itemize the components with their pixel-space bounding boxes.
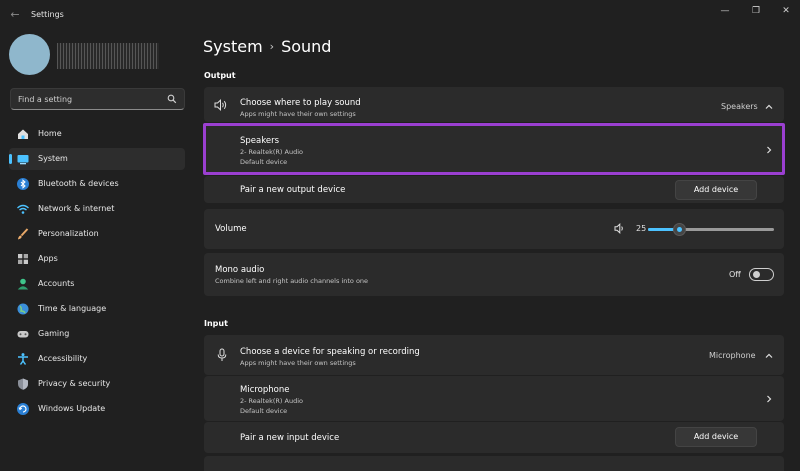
back-arrow-icon[interactable]: ← — [8, 8, 22, 22]
title-bar: ← Settings — ❐ ✕ — [0, 0, 800, 30]
output-selector-subtitle: Apps might have their own settings — [240, 110, 356, 118]
apps-icon — [18, 254, 28, 264]
input-selector-title: Choose a device for speaking or recordin… — [240, 347, 420, 357]
mono-audio-row: Mono audio Combine left and right audio … — [204, 253, 784, 296]
breadcrumb-parent[interactable]: System — [203, 37, 263, 56]
volume-slider-thumb[interactable] — [673, 223, 686, 236]
input-selector-subtitle: Apps might have their own settings — [240, 359, 356, 367]
pair-output-label: Pair a new output device — [240, 185, 346, 195]
search-input[interactable] — [18, 92, 168, 106]
sidebar-item-label: Time & language — [38, 304, 107, 313]
breadcrumb: System › Sound — [203, 37, 331, 56]
bluetooth-icon — [17, 178, 29, 190]
volume-label: Volume — [215, 224, 247, 234]
input-device-driver: 2- Realtek(R) Audio — [240, 397, 304, 405]
sidebar-item-label: Personalization — [38, 229, 99, 238]
sidebar-item-label: System — [38, 154, 68, 163]
sidebar-item-network[interactable]: Network & internet — [9, 198, 185, 220]
breadcrumb-separator-icon: › — [269, 40, 275, 53]
volume-speaker-icon[interactable] — [614, 223, 626, 234]
input-section-label: Input — [204, 319, 228, 328]
output-section-label: Output — [204, 71, 236, 80]
output-selector-title: Choose where to play sound — [240, 98, 361, 108]
input-selected-value: Microphone — [709, 351, 756, 360]
sidebar-item-label: Home — [38, 129, 62, 138]
next-settings-card — [204, 456, 784, 471]
pair-input-label: Pair a new input device — [240, 433, 340, 443]
search-box[interactable] — [10, 88, 185, 110]
chevron-up-icon[interactable] — [764, 102, 774, 112]
sidebar-item-label: Accounts — [38, 279, 75, 288]
globe-icon — [17, 303, 29, 315]
shield-icon — [18, 378, 28, 390]
maximize-button[interactable]: ❐ — [749, 4, 763, 18]
add-input-device-button[interactable]: Add device — [675, 427, 757, 447]
sidebar-item-personalization[interactable]: Personalization — [9, 223, 185, 245]
sidebar-item-windows-update[interactable]: Windows Update — [9, 398, 185, 420]
app-title: Settings — [31, 10, 64, 19]
output-device-selector[interactable]: Choose where to play sound Apps might ha… — [204, 87, 784, 122]
update-icon — [17, 403, 29, 415]
sidebar-item-bluetooth[interactable]: Bluetooth & devices — [9, 173, 185, 195]
add-output-device-button[interactable]: Add device — [675, 180, 757, 200]
sidebar-item-home[interactable]: Home — [9, 123, 185, 145]
volume-value: 25 — [636, 224, 647, 233]
sidebar-item-label: Network & internet — [38, 204, 115, 213]
page-title: Sound — [281, 37, 332, 56]
sidebar-item-label: Accessibility — [38, 354, 88, 363]
speaker-icon — [214, 99, 227, 111]
wifi-icon — [17, 204, 29, 214]
chevron-up-icon[interactable] — [764, 351, 774, 361]
accessibility-icon — [18, 353, 28, 365]
home-icon — [18, 129, 28, 139]
microphone-icon — [217, 348, 227, 361]
sidebar-item-label: Gaming — [38, 329, 70, 338]
sidebar-item-system[interactable]: System — [9, 148, 185, 170]
brush-icon — [18, 228, 29, 240]
input-device-microphone[interactable]: Microphone 2- Realtek(R) Audio Default d… — [204, 376, 784, 421]
sidebar-item-privacy[interactable]: Privacy & security — [9, 373, 185, 395]
pair-input-row: Pair a new input device Add device — [204, 422, 784, 453]
sidebar-item-apps[interactable]: Apps — [9, 248, 185, 270]
gamepad-icon — [17, 331, 29, 338]
mono-audio-title: Mono audio — [215, 265, 265, 275]
sidebar-item-label: Apps — [38, 254, 58, 263]
mono-audio-toggle[interactable] — [749, 268, 774, 281]
sidebar-item-label: Windows Update — [38, 404, 106, 413]
sidebar-item-gaming[interactable]: Gaming — [9, 323, 185, 345]
mono-audio-state: Off — [729, 270, 741, 279]
pair-output-row: Pair a new output device Add device — [204, 176, 784, 203]
sidebar-item-time-language[interactable]: Time & language — [9, 298, 185, 320]
close-button[interactable]: ✕ — [779, 4, 793, 18]
sidebar-item-accounts[interactable]: Accounts — [9, 273, 185, 295]
avatar[interactable] — [9, 34, 50, 75]
sidebar-nav: Home System Bluetooth & devices Network … — [9, 123, 185, 423]
speakers-highlight-box — [203, 123, 785, 175]
blurred-username — [57, 43, 159, 69]
input-device-selector[interactable]: Choose a device for speaking or recordin… — [204, 335, 784, 375]
minimize-button[interactable]: — — [718, 4, 732, 18]
volume-slider[interactable] — [648, 228, 774, 231]
mono-audio-subtitle: Combine left and right audio channels in… — [215, 277, 369, 285]
sidebar-item-label: Privacy & security — [38, 379, 111, 388]
sidebar-item-accessibility[interactable]: Accessibility — [9, 348, 185, 370]
output-selected-value: Speakers — [721, 102, 758, 111]
sidebar-item-label: Bluetooth & devices — [38, 179, 119, 188]
system-icon — [17, 155, 29, 165]
input-device-name: Microphone — [240, 385, 290, 395]
accounts-icon — [17, 278, 29, 290]
chevron-right-icon[interactable] — [764, 394, 774, 404]
settings-window: ← Settings — ❐ ✕ Home System — [0, 0, 800, 471]
input-device-status: Default device — [240, 407, 288, 415]
search-icon[interactable] — [167, 94, 177, 104]
